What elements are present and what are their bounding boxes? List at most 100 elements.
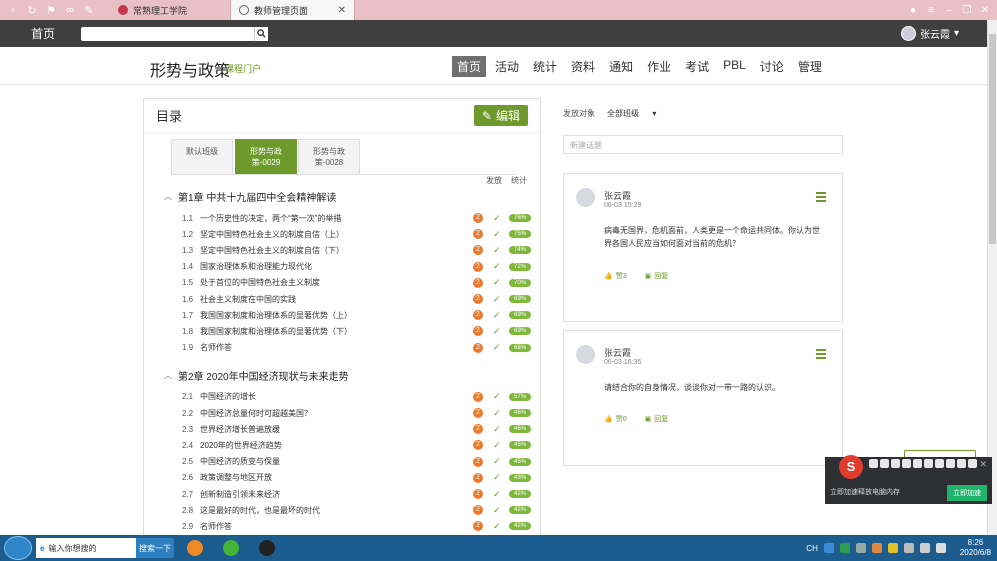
chevron-up-icon[interactable]: ︿ — [164, 370, 172, 381]
tab-class-0029[interactable]: 形势与政策-0029 — [235, 139, 297, 174]
search-icon[interactable] — [254, 26, 268, 41]
publish-count-badge[interactable]: 2 — [473, 472, 483, 483]
tray-icon[interactable] — [903, 543, 914, 553]
course-menu-item[interactable]: 作业 — [642, 56, 676, 77]
stats-badge[interactable]: 46% — [509, 425, 531, 434]
publish-count-badge[interactable]: 2 — [473, 391, 483, 402]
section-row[interactable]: 1.8 我国国家制度和治理体系的显著优势（下） 2 ✓ 69% — [182, 323, 532, 339]
stats-badge[interactable]: 57% — [509, 392, 531, 401]
chapter-title[interactable]: ︿ 第2章 2020年中国经济现状与未来走势 — [164, 368, 349, 383]
course-menu-item[interactable]: 活动 — [490, 56, 524, 77]
course-menu-item[interactable]: 统计 — [528, 56, 562, 77]
edit-button[interactable]: ✎ 编辑 — [473, 105, 528, 126]
stats-badge[interactable]: 70% — [509, 278, 531, 287]
menu-icon[interactable]: ≡ — [925, 4, 937, 16]
ime-indicator[interactable]: CH — [806, 544, 818, 553]
course-subtitle[interactable]: 课程门户 — [225, 62, 261, 75]
ime-tool-icon[interactable] — [957, 459, 966, 468]
chevron-up-icon[interactable]: ︿ — [164, 191, 172, 202]
ime-tool-icon[interactable] — [913, 459, 922, 468]
bookmark-icon[interactable]: ⚑ — [44, 3, 58, 17]
stats-badge[interactable]: 76% — [509, 214, 531, 222]
publish-count-badge[interactable]: 2 — [473, 342, 483, 353]
chapter-title[interactable]: ︿ 第1章 中共十九届四中全会精神解读 — [164, 189, 336, 204]
stats-badge[interactable]: 69% — [509, 327, 531, 336]
publish-count-badge[interactable]: 2 — [473, 213, 483, 223]
scrollbar-thumb[interactable] — [989, 34, 996, 244]
ime-tool-icon[interactable] — [935, 459, 944, 468]
stats-badge[interactable]: 69% — [509, 311, 531, 320]
user-menu[interactable]: 张云霞 ▾ — [900, 26, 959, 41]
user-icon[interactable]: ● — [907, 4, 919, 16]
home-link[interactable]: 首页 — [31, 25, 81, 42]
tray-icon[interactable] — [887, 543, 898, 553]
menu-icon[interactable] — [816, 349, 826, 361]
section-row[interactable]: 1.5 处于首位的中国特色社会主义制度 2 ✓ 70% — [182, 275, 532, 291]
start-button[interactable] — [4, 536, 32, 560]
stats-badge[interactable]: 75% — [509, 230, 531, 239]
course-menu-item[interactable]: 讨论 — [755, 56, 789, 77]
publish-count-badge[interactable]: 2 — [473, 456, 483, 467]
stats-badge[interactable]: 74% — [509, 246, 531, 255]
section-row[interactable]: 1.6 社会主义制度在中国的实践 2 ✓ 69% — [182, 291, 532, 307]
publish-count-badge[interactable]: 2 — [473, 294, 483, 304]
browser-app-icon[interactable] — [216, 537, 246, 559]
reply-button[interactable]: ▣ 回复 — [645, 271, 669, 281]
link-icon[interactable]: ∞ — [63, 3, 77, 17]
ime-tool-icon[interactable] — [924, 459, 933, 468]
browser-tab[interactable]: 常熟理工学院 — [110, 0, 230, 20]
tray-icon[interactable] — [855, 543, 866, 553]
antivirus-icon[interactable] — [839, 543, 850, 553]
section-row[interactable]: 2.9 名师作答 2 ✓ 42% — [182, 518, 532, 534]
stats-badge[interactable]: 69% — [509, 295, 531, 303]
close-tab-icon[interactable]: ✕ — [338, 5, 346, 16]
stats-badge[interactable]: 48% — [509, 409, 531, 417]
section-row[interactable]: 2.4 2020年的世界经济趋势 2 ✓ 45% — [182, 437, 532, 453]
ime-tool-icon[interactable] — [968, 459, 977, 468]
discussion-card[interactable]: 张云霞 06-03 16:35 请结合你的自身情况，谈谈你对一带一路的认识。 👍… — [563, 330, 843, 466]
menu-icon[interactable] — [816, 192, 826, 204]
publish-count-badge[interactable]: 2 — [473, 277, 483, 288]
ime-tool-icon[interactable] — [891, 459, 900, 468]
stats-badge[interactable]: 45% — [509, 441, 531, 450]
section-row[interactable]: 2.1 中国经济的增长 2 ✓ 57% — [182, 389, 532, 405]
back-icon[interactable]: ‹ — [6, 3, 20, 17]
reply-button[interactable]: ▣ 回复 — [645, 414, 669, 424]
clock[interactable]: 8:26 2020/6/8 — [960, 538, 991, 558]
section-row[interactable]: 1.9 名师作答 2 ✓ 68% — [182, 340, 532, 356]
course-menu-item[interactable]: 资料 — [566, 56, 600, 77]
section-row[interactable]: 1.1 一个历史性的决定，两个“第一次”的举措 2 ✓ 76% — [182, 210, 532, 226]
close-icon[interactable]: ✕ — [979, 459, 987, 470]
network-icon[interactable] — [919, 543, 930, 553]
publish-count-badge[interactable]: 2 — [473, 489, 483, 499]
tray-icon[interactable] — [871, 543, 882, 553]
ime-tool-icon[interactable] — [869, 459, 878, 468]
stats-badge[interactable]: 68% — [509, 343, 531, 352]
ime-tool-icon[interactable] — [946, 459, 955, 468]
publish-count-badge[interactable]: 2 — [473, 408, 483, 418]
ime-tool-icon[interactable] — [902, 459, 911, 468]
taskbar-search-input[interactable]: e 输入你想搜的 — [36, 538, 136, 558]
publish-count-badge[interactable]: 2 — [473, 261, 483, 272]
ime-tool-icon[interactable] — [880, 459, 889, 468]
section-row[interactable]: 2.5 中国经济的质变与保量 2 ✓ 45% — [182, 454, 532, 470]
like-button[interactable]: 👍 赞3 — [604, 271, 627, 281]
restore-icon[interactable]: ❐ — [961, 4, 973, 16]
section-row[interactable]: 2.2 中国经济总量何时可超越美国？ 2 ✓ 48% — [182, 405, 532, 421]
minimize-icon[interactable]: – — [943, 4, 955, 16]
tab-class-0028[interactable]: 形势与政策-0028 — [298, 139, 360, 174]
tab-default-class[interactable]: 默认班级 — [171, 139, 233, 174]
section-row[interactable]: 1.3 坚定中国特色社会主义的制度自信（下） 2 ✓ 74% — [182, 242, 532, 258]
browser-tab-active[interactable]: 教师管理页面 ✕ — [230, 0, 355, 20]
media-player-icon[interactable] — [180, 537, 210, 559]
close-window-icon[interactable]: ✕ — [979, 4, 991, 16]
class-filter-select[interactable]: 全部班级 ▾ — [607, 108, 656, 119]
like-button[interactable]: 👍 赞0 — [604, 414, 627, 424]
section-row[interactable]: 1.2 坚定中国特色社会主义的制度自信（上） 2 ✓ 75% — [182, 226, 532, 242]
stats-badge[interactable]: 42% — [509, 490, 531, 498]
course-menu-item[interactable]: 通知 — [604, 56, 638, 77]
qq-icon[interactable] — [252, 537, 282, 559]
search-input[interactable] — [81, 26, 255, 41]
volume-icon[interactable] — [935, 543, 946, 553]
taskbar-search-button[interactable]: 搜索一下 — [136, 538, 174, 558]
